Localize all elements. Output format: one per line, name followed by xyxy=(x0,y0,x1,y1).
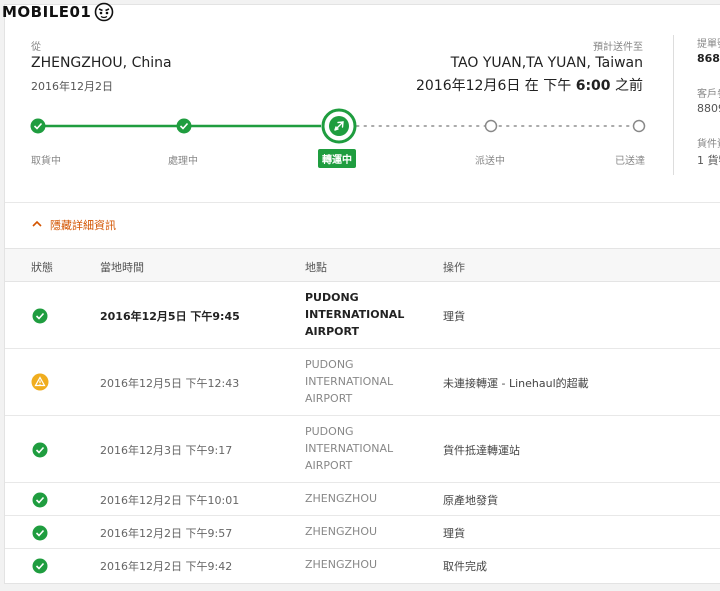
event-time: 2016年12月2日 下午9:42 xyxy=(100,560,233,573)
tracking-history-table: 狀態 當地時間 地點 操作 2016年12月5日 下午9:45 PUDONG I… xyxy=(5,248,720,582)
event-location: ZHENGZHOU xyxy=(305,558,378,571)
estimated-delivery-date: 2016年12月6日 在 下午 xyxy=(416,78,572,94)
event-location: PUDONG INTERNATIONAL AIRPORT xyxy=(305,356,415,407)
table-header: 狀態 當地時間 地點 操作 xyxy=(5,248,720,282)
table-row: 2016年12月5日 下午12:43 PUDONG INTERNATIONAL … xyxy=(5,349,720,416)
stage-label-transit-current: 轉運中 xyxy=(318,149,356,168)
event-location-line: PUDONG xyxy=(305,425,354,438)
summary-divider xyxy=(673,35,674,175)
event-location-line: PUDONG xyxy=(305,291,359,304)
success-check-icon xyxy=(32,442,48,458)
tracking-number: 8689 xyxy=(697,52,720,65)
shipment-progress: 取貨中 處理中 轉運中 派送中 已送達 xyxy=(5,105,665,175)
piece-info-label: 貨件資 xyxy=(697,139,720,150)
table-row: 2016年12月2日 下午10:01 ZHENGZHOU 原產地發貨 xyxy=(5,483,720,516)
event-time: 2016年12月5日 下午9:45 xyxy=(100,310,240,323)
event-time: 2016年12月2日 下午10:01 xyxy=(100,494,240,507)
event-action: 未連接轉運 - Linehaul的超載 xyxy=(443,377,589,390)
tracking-number-label: 提單號 xyxy=(697,39,720,50)
estimated-delivery: 2016年12月6日 在 下午 6:00 之前 xyxy=(416,75,643,95)
event-location-line: AIRPORT xyxy=(305,325,359,338)
table-row: 2016年12月3日 下午9:17 PUDONG INTERNATIONAL A… xyxy=(5,416,720,483)
event-location: PUDONG INTERNATIONAL AIRPORT xyxy=(305,289,415,340)
event-location-line: INTERNATIONAL xyxy=(305,442,394,455)
table-row: 2016年12月2日 下午9:42 ZHENGZHOU 取件完成 xyxy=(5,549,720,582)
origin-date: 2016年12月2日 xyxy=(31,80,113,93)
origin-label: 從 xyxy=(31,42,41,53)
success-check-icon xyxy=(32,308,48,324)
header-location: 地點 xyxy=(305,261,327,274)
watermark: MOBILE01 xyxy=(2,1,115,23)
stage-marker-pickup xyxy=(30,118,46,134)
shipment-card: 從 ZHENGZHOU, China 2016年12月2日 預計送件至 TAO … xyxy=(4,4,720,584)
destination-city: TAO YUAN,TA YUAN, Taiwan xyxy=(450,55,643,71)
watermark-face-icon xyxy=(95,2,114,22)
event-location-line: INTERNATIONAL xyxy=(305,375,394,388)
event-action: 理貨 xyxy=(443,310,465,323)
customer-reference: 8809 xyxy=(697,102,720,115)
event-location-line: PUDONG xyxy=(305,358,354,371)
origin-city: ZHENGZHOU, China xyxy=(31,55,172,71)
event-location-line: AIRPORT xyxy=(305,392,353,405)
event-action: 理貨 xyxy=(443,527,465,540)
event-action: 原產地發貨 xyxy=(443,494,498,507)
event-action: 貨件抵達轉運站 xyxy=(443,444,520,457)
stage-label-delivered: 已送達 xyxy=(615,156,645,167)
event-location: ZHENGZHOU xyxy=(305,492,378,505)
event-time: 2016年12月3日 下午9:17 xyxy=(100,444,233,457)
chevron-up-icon xyxy=(32,220,42,227)
success-check-icon xyxy=(32,525,48,541)
table-row: 2016年12月2日 下午9:57 ZHENGZHOU 理貨 xyxy=(5,516,720,549)
event-action: 取件完成 xyxy=(443,560,487,573)
stage-label-processing: 處理中 xyxy=(168,156,198,167)
success-check-icon xyxy=(32,492,48,508)
event-time: 2016年12月5日 下午12:43 xyxy=(100,377,240,390)
destination-label: 預計送件至 xyxy=(593,42,643,53)
hide-details-toggle[interactable]: 隱藏詳細資訊 xyxy=(5,202,720,248)
stage-marker-delivered xyxy=(632,119,646,133)
stage-label-pickup: 取貨中 xyxy=(31,156,61,167)
shipment-summary: 從 ZHENGZHOU, China 2016年12月2日 預計送件至 TAO … xyxy=(5,5,720,202)
event-location: ZHENGZHOU xyxy=(305,525,378,538)
stage-label-delivery: 派送中 xyxy=(475,156,505,167)
hide-details-label: 隱藏詳細資訊 xyxy=(50,219,116,232)
header-action: 操作 xyxy=(443,261,465,274)
estimated-delivery-suffix: 之前 xyxy=(615,78,643,94)
table-row: 2016年12月5日 下午9:45 PUDONG INTERNATIONAL A… xyxy=(5,282,720,349)
shipment-info-panel: 提單號 8689 客戶參 8809 貨件資 1 貨物 xyxy=(697,35,720,188)
warning-icon xyxy=(31,373,49,391)
customer-reference-label: 客戶參 xyxy=(697,89,720,100)
event-location-line: AIRPORT xyxy=(305,459,353,472)
event-location-line: INTERNATIONAL xyxy=(305,308,405,321)
stage-marker-delivery xyxy=(484,119,498,133)
stage-marker-processing xyxy=(176,118,192,134)
header-status: 狀態 xyxy=(31,261,53,274)
success-check-icon xyxy=(32,558,48,574)
progress-track xyxy=(30,108,646,144)
stage-marker-transit xyxy=(321,108,357,144)
piece-info: 1 貨物 xyxy=(697,154,720,167)
event-time: 2016年12月2日 下午9:57 xyxy=(100,527,233,540)
estimated-delivery-time: 6:00 xyxy=(575,78,611,94)
event-location: PUDONG INTERNATIONAL AIRPORT xyxy=(305,423,415,474)
header-local-time: 當地時間 xyxy=(100,261,144,274)
watermark-text: MOBILE01 xyxy=(2,3,92,21)
